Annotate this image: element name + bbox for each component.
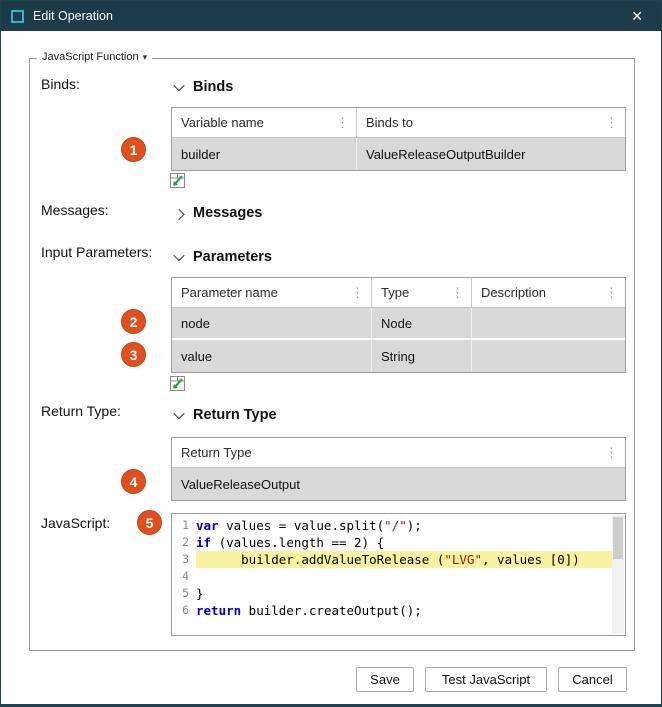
chevron-down-icon bbox=[173, 408, 184, 419]
function-type-selector[interactable]: JavaScript Function ▾ bbox=[37, 51, 152, 63]
binds-table: Variable name ⋮ Binds to ⋮ builder Value… bbox=[171, 107, 626, 171]
cell-type[interactable]: String bbox=[372, 340, 472, 372]
column-header-variable-name[interactable]: Variable name ⋮ bbox=[172, 108, 357, 137]
cell-parameter-name[interactable]: value bbox=[172, 340, 372, 372]
line-number: 6 bbox=[172, 602, 196, 619]
table-row[interactable]: node Node bbox=[172, 308, 625, 340]
step-badge-5: 5 bbox=[137, 510, 162, 535]
code-line[interactable]: 2 if (values.length == 2) { bbox=[172, 534, 625, 551]
column-menu-icon[interactable]: ⋮ bbox=[603, 285, 620, 301]
code-line-highlighted[interactable]: 3 builder.addValueToRelease ("LVG", valu… bbox=[172, 551, 625, 568]
function-type-label: JavaScript Function bbox=[42, 51, 139, 63]
close-button[interactable]: ✕ bbox=[623, 6, 651, 27]
return-type-label: Return Type: bbox=[41, 403, 121, 419]
column-header-binds-to[interactable]: Binds to ⋮ bbox=[357, 108, 625, 137]
parameters-table-header: Parameter name ⋮ Type ⋮ Description ⋮ bbox=[172, 278, 625, 308]
parameters-table: Parameter name ⋮ Type ⋮ Description ⋮ no… bbox=[171, 277, 626, 373]
line-number: 3 bbox=[172, 551, 196, 568]
return-type-table-header: Return Type ⋮ bbox=[172, 438, 625, 468]
cancel-button[interactable]: Cancel bbox=[558, 667, 627, 692]
scrollbar-thumb[interactable] bbox=[613, 517, 623, 559]
line-number: 1 bbox=[172, 517, 196, 534]
line-number: 2 bbox=[172, 534, 196, 551]
cell-description[interactable] bbox=[472, 308, 625, 338]
cell-binds-to[interactable]: ValueReleaseOutputBuilder bbox=[357, 138, 625, 170]
column-menu-icon[interactable]: ⋮ bbox=[349, 285, 366, 301]
chevron-down-icon bbox=[173, 80, 184, 91]
table-row[interactable]: builder ValueReleaseOutputBuilder bbox=[172, 138, 625, 170]
column-header-parameter-name[interactable]: Parameter name ⋮ bbox=[172, 278, 372, 307]
parameters-section-title: Parameters bbox=[193, 249, 272, 265]
column-header-type[interactable]: Type ⋮ bbox=[372, 278, 472, 307]
line-number: 4 bbox=[172, 568, 196, 585]
step-badge-1: 1 bbox=[121, 137, 146, 162]
edit-operation-dialog: Edit Operation ✕ JavaScript Function ▾ B… bbox=[0, 0, 662, 707]
column-menu-icon[interactable]: ⋮ bbox=[603, 115, 620, 131]
messages-label: Messages: bbox=[41, 202, 109, 218]
cell-type[interactable]: Node bbox=[372, 308, 472, 338]
dropdown-arrow-icon: ▾ bbox=[143, 52, 148, 63]
test-javascript-button[interactable]: Test JavaScript bbox=[425, 667, 547, 692]
step-badge-4: 4 bbox=[121, 469, 146, 494]
binds-label: Binds: bbox=[41, 76, 80, 92]
binds-section-title: Binds bbox=[193, 79, 233, 95]
window-title: Edit Operation bbox=[33, 9, 623, 23]
code-line[interactable]: 6 return builder.createOutput(); bbox=[172, 602, 625, 619]
line-number: 5 bbox=[172, 585, 196, 602]
cell-return-type[interactable]: ValueReleaseOutput bbox=[172, 468, 625, 500]
save-button[interactable]: Save bbox=[356, 667, 414, 692]
column-menu-icon[interactable]: ⋮ bbox=[449, 285, 466, 301]
add-row-icon[interactable] bbox=[169, 172, 186, 189]
step-badge-2: 2 bbox=[121, 309, 146, 334]
binds-table-header: Variable name ⋮ Binds to ⋮ bbox=[172, 108, 625, 138]
parameters-section-header[interactable]: Parameters bbox=[175, 249, 272, 265]
code-line[interactable]: 4 bbox=[172, 568, 625, 585]
column-menu-icon[interactable]: ⋮ bbox=[603, 445, 620, 461]
add-row-icon[interactable] bbox=[169, 375, 186, 392]
cell-description[interactable] bbox=[472, 340, 625, 372]
app-icon bbox=[11, 10, 24, 23]
column-header-description[interactable]: Description ⋮ bbox=[472, 278, 625, 307]
chevron-down-icon bbox=[173, 250, 184, 261]
return-type-section-title: Return Type bbox=[193, 407, 277, 423]
column-menu-icon[interactable]: ⋮ bbox=[334, 115, 351, 131]
return-type-section-header[interactable]: Return Type bbox=[175, 407, 277, 423]
binds-section-header[interactable]: Binds bbox=[175, 79, 233, 95]
messages-section-header[interactable]: Messages bbox=[175, 205, 262, 221]
step-badge-3: 3 bbox=[121, 342, 146, 367]
javascript-label: JavaScript: bbox=[41, 515, 110, 531]
return-type-table: Return Type ⋮ ValueReleaseOutput bbox=[171, 437, 626, 501]
column-header-return-type[interactable]: Return Type ⋮ bbox=[172, 438, 625, 467]
table-row[interactable]: ValueReleaseOutput bbox=[172, 468, 625, 500]
input-parameters-label: Input Parameters: bbox=[41, 244, 152, 260]
table-row[interactable]: value String bbox=[172, 340, 625, 372]
titlebar[interactable]: Edit Operation ✕ bbox=[1, 1, 661, 31]
javascript-code-editor[interactable]: 1 var values = value.split("/"); 2 if (v… bbox=[171, 513, 626, 636]
cell-variable-name[interactable]: builder bbox=[172, 138, 357, 170]
code-line[interactable]: 5 } bbox=[172, 585, 625, 602]
code-line[interactable]: 1 var values = value.split("/"); bbox=[172, 517, 625, 534]
editor-scrollbar[interactable] bbox=[612, 515, 624, 634]
messages-section-title: Messages bbox=[193, 205, 262, 221]
cell-parameter-name[interactable]: node bbox=[172, 308, 372, 338]
chevron-right-icon bbox=[173, 209, 184, 220]
